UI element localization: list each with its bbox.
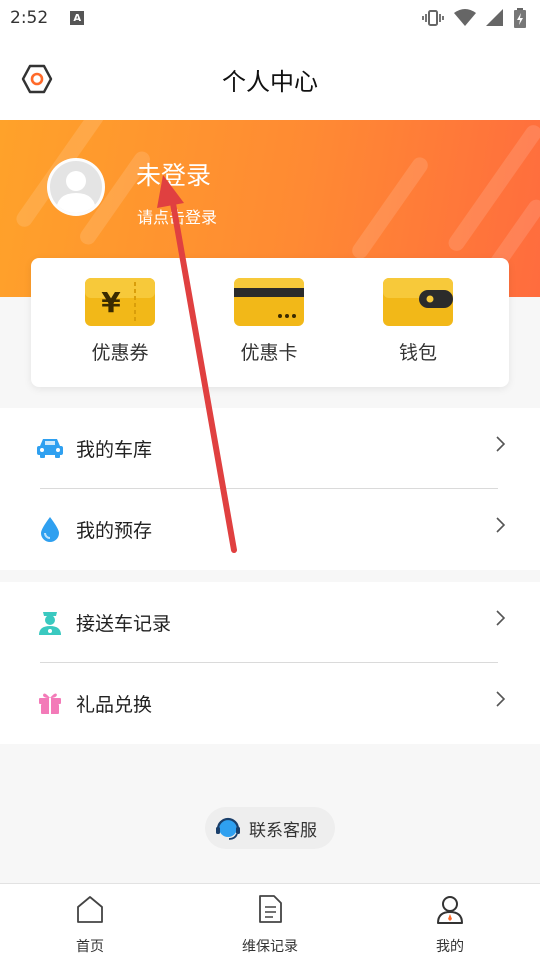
driver-icon <box>39 612 61 635</box>
nav-mine[interactable]: 我的 <box>400 894 500 956</box>
water-drop-icon <box>41 517 59 542</box>
status-time: 2:52 <box>10 8 49 28</box>
list-item-gift-exchange[interactable]: 礼品兑换 <box>0 663 540 743</box>
page-title: 个人中心 <box>222 68 318 96</box>
chevron-right-icon <box>496 691 506 707</box>
card-icon <box>234 278 304 326</box>
battery-icon <box>514 8 526 28</box>
user-icon <box>437 896 463 924</box>
discount-card-entry[interactable]: 优惠卡 <box>209 276 329 365</box>
wallet-label: 钱包 <box>398 342 437 364</box>
coupon-icon: ¥ <box>85 278 155 326</box>
gift-icon <box>39 693 61 714</box>
signal-icon <box>486 9 503 26</box>
nav-maintenance-records[interactable]: 维保记录 <box>220 894 320 956</box>
title-bar: 个人中心 <box>0 36 540 120</box>
default-avatar-icon <box>56 171 96 213</box>
gift-exchange-label: 礼品兑换 <box>76 693 153 716</box>
chevron-right-icon <box>496 517 506 533</box>
menu-group-1: 我的车库 我的预存 <box>0 408 540 570</box>
coupon-label: 优惠券 <box>91 342 149 364</box>
user-name[interactable]: 未登录 <box>136 156 211 192</box>
menu-group-2: 接送车记录 礼品兑换 <box>0 582 540 744</box>
nav-mine-label: 我的 <box>436 939 464 955</box>
wallet-entry[interactable]: 钱包 <box>358 276 478 365</box>
list-item-deposit[interactable]: 我的预存 <box>0 489 540 569</box>
login-hint[interactable]: 请点击登录 <box>137 204 217 228</box>
coupon-entry[interactable]: ¥ 优惠券 <box>60 276 180 365</box>
wifi-icon <box>454 9 476 26</box>
contact-support-button[interactable]: 联系客服 <box>205 807 335 849</box>
contact-support-label: 联系客服 <box>249 820 317 841</box>
discount-card-label: 优惠卡 <box>240 342 298 364</box>
notification-badge: A <box>70 11 85 25</box>
home-icon <box>77 896 103 923</box>
document-icon <box>259 895 282 923</box>
wallet-icon <box>383 278 453 326</box>
status-bar: 2:52 A <box>0 0 540 36</box>
bottom-nav: 首页 维保记录 我的 <box>0 883 540 960</box>
vibrate-icon <box>422 10 444 26</box>
wallet-card: ¥ 优惠券 优惠卡 钱包 <box>31 258 509 387</box>
avatar[interactable] <box>47 158 105 216</box>
chevron-right-icon <box>496 610 506 626</box>
nav-home[interactable]: 首页 <box>40 894 140 956</box>
chevron-right-icon <box>496 436 506 452</box>
nav-home-label: 首页 <box>76 939 104 955</box>
deposit-label: 我的预存 <box>76 519 153 542</box>
nav-maintenance-label: 维保记录 <box>242 939 298 955</box>
list-item-garage[interactable]: 我的车库 <box>0 408 540 488</box>
svg-text:¥: ¥ <box>101 286 121 319</box>
list-item-pickup-records[interactable]: 接送车记录 <box>0 582 540 662</box>
garage-label: 我的车库 <box>76 438 153 461</box>
pickup-records-label: 接送车记录 <box>76 612 172 635</box>
car-icon <box>37 439 63 458</box>
status-icons <box>422 8 526 28</box>
headset-icon <box>216 817 240 840</box>
